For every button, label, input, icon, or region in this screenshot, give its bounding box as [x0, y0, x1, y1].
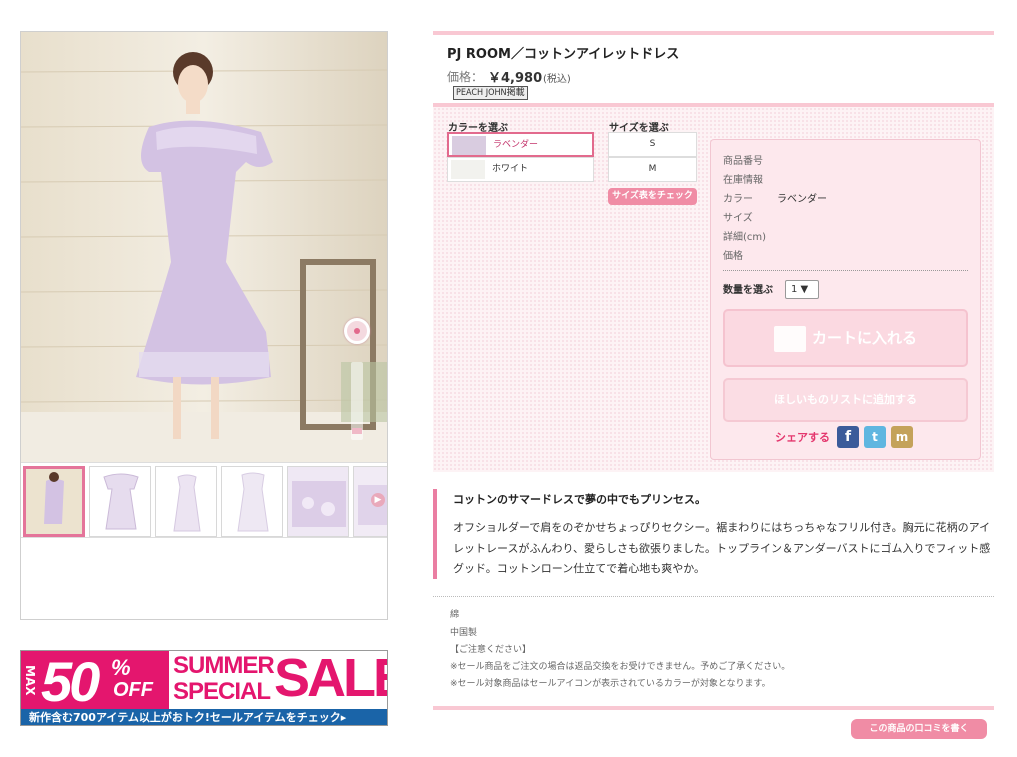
summer-sale-banner[interactable]: MAX 50 % OFF SUMMER SPECIAL SALE! 新作含む70…: [20, 650, 388, 726]
color-swatch: [451, 160, 485, 179]
color-option-white[interactable]: ホワイト: [447, 157, 594, 182]
product-main-image[interactable]: [21, 32, 387, 462]
info-label-size: サイズ: [723, 213, 753, 224]
thumbnail-strip: ▶: [21, 462, 387, 538]
info-label-item-number: 商品番号: [723, 156, 763, 167]
banner-max: MAX: [21, 651, 39, 709]
quantity-label: 数量を選ぶ: [723, 285, 773, 296]
size-option-s[interactable]: S: [608, 132, 697, 157]
color-option-lavender[interactable]: ラベンダー: [447, 132, 594, 157]
thumbnail-image: [156, 467, 216, 536]
thumbnail-2[interactable]: [89, 466, 151, 537]
facebook-icon[interactable]: f: [837, 426, 859, 448]
share-label: シェアする: [775, 431, 830, 444]
thumbnail-5[interactable]: [287, 466, 349, 537]
info-value-color: ラベンダー: [777, 194, 827, 205]
material-line-5: ※セール対象商品はセールアイコンが表示されているカラーが対象となります。: [450, 679, 771, 689]
thumbnail-selected-marker: [51, 466, 61, 469]
product-gallery: ▶: [20, 31, 388, 620]
banner-percent-block: 50 % OFF: [39, 651, 169, 713]
thumbnail-3[interactable]: [155, 466, 217, 537]
color-option-label: ラベンダー: [493, 140, 539, 150]
info-label-color: カラー: [723, 194, 753, 205]
material-line-2: 中国製: [450, 628, 478, 638]
zoom-slider[interactable]: [351, 362, 363, 440]
add-to-wishlist-button[interactable]: ほしいものリストに追加する: [723, 378, 968, 422]
info-label-price: 価格: [723, 251, 743, 262]
thumbnail-4[interactable]: [221, 466, 283, 537]
catalog-tag: PEACH JOHN掲載: [453, 86, 528, 100]
thumbnail-image: [222, 467, 282, 536]
chevron-right-icon[interactable]: ▶: [371, 493, 385, 507]
description-headline: コットンのサマードレスで夢の中でもプリンセス。: [453, 493, 706, 506]
zoom-slider-knob[interactable]: [352, 428, 362, 434]
write-review-button[interactable]: この商品の口コミを書く: [851, 719, 987, 739]
banner-summer: SUMMER: [173, 652, 275, 679]
info-divider: [723, 270, 968, 271]
quantity-select[interactable]: 1 ▼: [785, 280, 819, 299]
product-photo: [21, 32, 387, 462]
banner-subtext: 新作含む700アイテム以上がおトク!セールアイテムをチェック▸: [21, 709, 387, 725]
thumbnail-image: [288, 467, 348, 536]
banner-summer-special: SUMMER SPECIAL: [173, 652, 275, 705]
description-body: オフショルダーで肩をのぞかせちょっぴりセクシー。裾まわりにはちっちゃなフリル付き…: [453, 521, 991, 575]
size-option-m[interactable]: M: [608, 157, 697, 182]
color-swatch: [452, 136, 486, 155]
banner-percent-sign: %: [111, 655, 131, 680]
thumbnail-1[interactable]: [23, 466, 85, 537]
banner-percent: 50: [41, 650, 100, 713]
bottom-divider: [433, 706, 994, 710]
product-title: PJ ROOM／コットンアイレットドレス: [447, 47, 680, 62]
product-page: { "product": { "title": "PJ ROOM／コットンアイレ…: [0, 0, 1017, 757]
material-line-3: 【ご注意ください】: [450, 645, 532, 655]
shopping-bag-icon: [773, 325, 806, 352]
twitter-icon[interactable]: t: [864, 426, 886, 448]
price-label: 価格：: [447, 70, 484, 84]
banner-off: OFF: [113, 679, 153, 701]
description-accent-bar: [433, 489, 437, 579]
color-option-label: ホワイト: [492, 164, 529, 174]
size-chart-button[interactable]: サイズ表をチェック: [608, 188, 697, 205]
tax-label: (税込): [543, 74, 571, 85]
info-label-stock: 在庫情報: [723, 175, 763, 186]
material-line-4: ※セール商品をご注文の場合は返品交換をお受けできません。予めご了承ください。: [450, 662, 791, 672]
banner-sale: SALE!: [274, 650, 387, 708]
thumbnail-image: [26, 469, 82, 534]
zoom-icon[interactable]: [344, 318, 370, 344]
product-info-panel: 商品番号 在庫情報 カラー ラベンダー サイズ 詳細(cm) 価格 数量を選ぶ …: [710, 139, 981, 460]
thumbnail-image: [90, 467, 150, 536]
top-divider: [433, 31, 994, 35]
material-line-1: 綿: [450, 610, 460, 620]
info-label-details: 詳細(cm): [723, 232, 767, 243]
description-divider: [433, 596, 994, 597]
price-value: ￥4,980: [488, 71, 543, 86]
add-to-cart-label: カートに入れる: [811, 329, 917, 347]
add-to-cart-button[interactable]: カートに入れる: [723, 309, 968, 367]
mixi-icon[interactable]: m: [891, 426, 913, 448]
banner-special: SPECIAL: [173, 678, 271, 705]
